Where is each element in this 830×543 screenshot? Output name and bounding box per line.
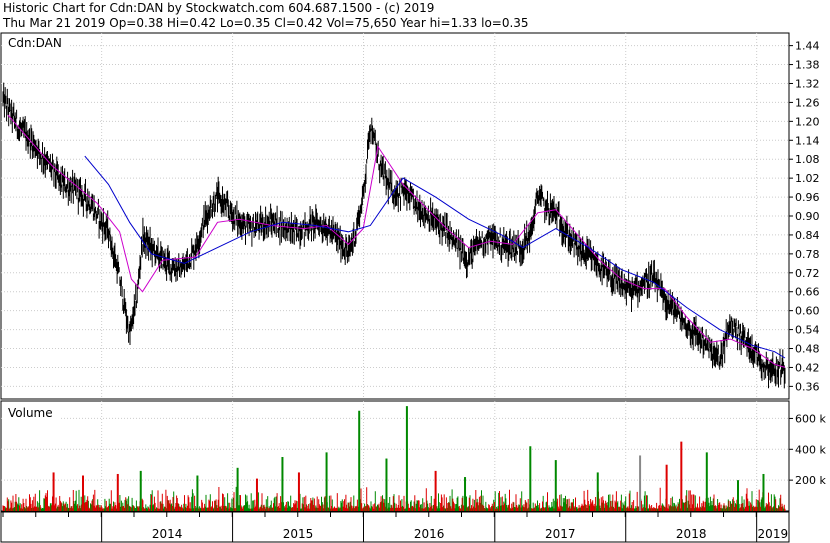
chart-header-line1: Historic Chart for Cdn:DAN by Stockwatch… xyxy=(3,1,434,15)
price-tick-label: 0.42 xyxy=(795,361,820,374)
price-tick-label: 1.32 xyxy=(795,77,820,90)
price-panel-title: Cdn:DAN xyxy=(8,36,62,50)
price-tick-label: 0.96 xyxy=(795,191,820,204)
price-tick-label: 1.20 xyxy=(795,115,820,128)
price-tick-label: 0.66 xyxy=(795,286,820,299)
price-tick-label: 0.90 xyxy=(795,210,820,223)
volume-tick-label: 600 k xyxy=(795,412,826,425)
volume-tick-label: 200 k xyxy=(795,474,826,487)
price-tick-label: 1.26 xyxy=(795,96,820,109)
price-tick-label: 1.08 xyxy=(795,153,820,166)
stock-chart: Historic Chart for Cdn:DAN by Stockwatch… xyxy=(0,1,826,543)
year-label: 2015 xyxy=(283,527,314,541)
price-tick-label: 0.78 xyxy=(795,248,820,261)
year-label: 2014 xyxy=(152,527,183,541)
volume-tick-label: 400 k xyxy=(795,443,826,456)
price-tick-label: 0.72 xyxy=(795,267,820,280)
price-tick-label: 0.36 xyxy=(795,380,820,393)
year-label: 2017 xyxy=(545,527,576,541)
chart-header-line2: Thu Mar 21 2019 Op=0.38 Hi=0.42 Lo=0.35 … xyxy=(2,16,529,30)
date-axis-band xyxy=(0,511,790,543)
price-tick-label: 0.60 xyxy=(795,305,820,318)
price-tick-label: 0.48 xyxy=(795,343,820,356)
price-tick-label: 0.84 xyxy=(795,229,820,242)
price-tick-label: 1.44 xyxy=(795,40,820,53)
volume-panel xyxy=(0,400,790,512)
price-tick-label: 1.02 xyxy=(795,172,820,185)
price-tick-label: 0.54 xyxy=(795,324,820,337)
year-label: 2018 xyxy=(676,527,707,541)
year-label: 2016 xyxy=(414,527,445,541)
year-label: 2019 xyxy=(758,527,789,541)
price-tick-label: 1.14 xyxy=(795,134,820,147)
volume-panel-title: Volume xyxy=(8,406,53,420)
price-tick-label: 1.38 xyxy=(795,59,820,72)
